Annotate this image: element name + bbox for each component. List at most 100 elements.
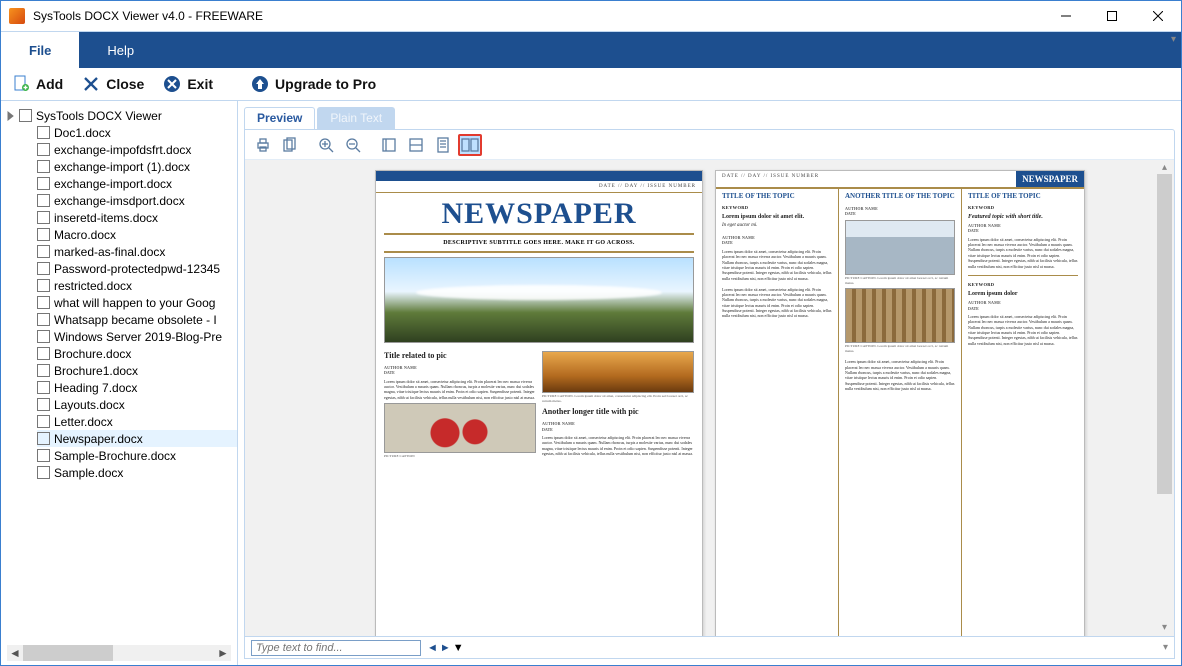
tree-item[interactable]: Password-protectedpwd-12345	[37, 260, 237, 277]
checkbox[interactable]	[37, 143, 50, 156]
tab-preview[interactable]: Preview	[244, 107, 315, 129]
hero-image	[384, 257, 694, 343]
preview-viewer[interactable]: DATE // DAY // ISSUE NUMBER NEWSPAPER DE…	[245, 160, 1174, 636]
menu-help[interactable]: Help	[79, 32, 162, 68]
checkbox[interactable]	[37, 228, 50, 241]
checkbox[interactable]	[37, 415, 50, 428]
tree-item[interactable]: Windows Server 2019-Blog-Pre	[37, 328, 237, 345]
subtitle: DESCRIPTIVE SUBTITLE GOES HERE. MAKE IT …	[384, 236, 694, 250]
checkbox[interactable]	[37, 160, 50, 173]
scroll-left-icon[interactable]: ◄	[7, 645, 23, 661]
tree-item[interactable]: exchange-impofdsfrt.docx	[37, 141, 237, 158]
doc-page-1: DATE // DAY // ISSUE NUMBER NEWSPAPER DE…	[375, 170, 703, 636]
close-button[interactable]	[1135, 1, 1181, 31]
checkbox[interactable]	[37, 126, 50, 139]
scroll-thumb[interactable]	[23, 645, 113, 661]
checkbox[interactable]	[37, 262, 50, 275]
p2c2-body: Lorem ipsum dolor sit amet, consectetur …	[845, 359, 954, 391]
tree-item[interactable]: Letter.docx	[37, 413, 237, 430]
col1-author: AUTHOR NAME	[384, 365, 417, 370]
maximize-button[interactable]	[1089, 1, 1135, 31]
copy-button[interactable]	[278, 134, 302, 156]
checkbox[interactable]	[37, 194, 50, 207]
tree-item[interactable]: exchange-import.docx	[37, 175, 237, 192]
checkbox[interactable]	[37, 313, 50, 326]
tree-item[interactable]: marked-as-final.docx	[37, 243, 237, 260]
tree-item[interactable]: Newspaper.docx	[37, 430, 237, 447]
tab-plain-text[interactable]: Plain Text	[317, 107, 395, 129]
close-file-button[interactable]: Close	[81, 74, 144, 94]
tree-item[interactable]: Whatsapp became obsolete - I	[37, 311, 237, 328]
tree-item-label: Heading 7.docx	[54, 381, 137, 395]
zoom-in-button[interactable]	[314, 134, 338, 156]
fit-width-button[interactable]	[404, 134, 428, 156]
menu-file[interactable]: File	[1, 32, 79, 68]
toolbar-divider	[231, 73, 232, 95]
find-prev-button[interactable]: ◄	[427, 642, 438, 654]
scroll-right-icon[interactable]: ►	[215, 645, 231, 661]
scroll-down-icon[interactable]: ▾	[1162, 622, 1167, 634]
checkbox[interactable]	[37, 398, 50, 411]
upgrade-button[interactable]: Upgrade to Pro	[250, 74, 376, 94]
tree-item[interactable]: Brochure1.docx	[37, 362, 237, 379]
zoom-out-button[interactable]	[341, 134, 365, 156]
viewer-vscrollbar[interactable]: ▴ ▾	[1157, 162, 1172, 634]
p2c2-image2	[845, 288, 955, 343]
checkbox[interactable]	[37, 177, 50, 190]
tree-item[interactable]: Heading 7.docx	[37, 379, 237, 396]
p2-dateline: DATE // DAY // ISSUE NUMBER	[716, 171, 1016, 187]
tree-item[interactable]: Doc1.docx	[37, 124, 237, 141]
vscroll-thumb[interactable]	[1157, 174, 1172, 494]
checkbox[interactable]	[37, 279, 50, 292]
tree-item[interactable]: Macro.docx	[37, 226, 237, 243]
find-menu-icon[interactable]: ▾	[1163, 642, 1168, 653]
checkbox[interactable]	[37, 364, 50, 377]
find-next-button[interactable]: ►	[440, 642, 451, 654]
fit-page-button[interactable]	[431, 134, 455, 156]
add-button[interactable]: Add	[11, 74, 63, 94]
checkbox[interactable]	[37, 330, 50, 343]
checkbox[interactable]	[37, 381, 50, 394]
tree-item[interactable]: Layouts.docx	[37, 396, 237, 413]
document-area: DATE // DAY // ISSUE NUMBER NEWSPAPER DE…	[244, 129, 1175, 659]
checkbox[interactable]	[37, 466, 50, 479]
p2c3-date2: DATE	[968, 306, 1078, 311]
tree-item[interactable]: restricted.docx	[37, 277, 237, 294]
p2c1-kw: KEYWORD	[722, 205, 832, 211]
find-input[interactable]	[251, 640, 421, 656]
checkbox[interactable]	[37, 245, 50, 258]
sidebar-hscrollbar[interactable]: ◄ ►	[7, 645, 231, 661]
tree-item[interactable]: exchange-import (1).docx	[37, 158, 237, 175]
minimize-button[interactable]	[1043, 1, 1089, 31]
tree-item-label: Sample-Brochure.docx	[54, 449, 176, 463]
find-options-button[interactable]: ▼	[453, 642, 464, 654]
two-page-button[interactable]	[458, 134, 482, 156]
doc-page-2: DATE // DAY // ISSUE NUMBER NEWSPAPER TI…	[715, 170, 1085, 636]
p2c3-lead2: Lorem ipsum dolor	[968, 290, 1078, 298]
checkbox[interactable]	[37, 449, 50, 462]
tree-item[interactable]: inseretd-items.docx	[37, 209, 237, 226]
tree-item-label: Macro.docx	[54, 228, 116, 242]
tree-item[interactable]: exchange-imsdport.docx	[37, 192, 237, 209]
tree-item-label: Newspaper.docx	[54, 432, 143, 446]
tree-item-label: exchange-impofdsfrt.docx	[54, 143, 191, 157]
p2c1-sub: In eget auctor mi.	[722, 223, 832, 230]
actual-size-button[interactable]	[377, 134, 401, 156]
tree-item-label: exchange-imsdport.docx	[54, 194, 185, 208]
p2c1-body: Lorem ipsum dolor sit amet, consectetur …	[722, 249, 831, 281]
tree-item[interactable]: Sample.docx	[37, 464, 237, 481]
scroll-up-icon[interactable]: ▴	[1162, 162, 1167, 174]
tree-item[interactable]: Brochure.docx	[37, 345, 237, 362]
tree-item[interactable]: Sample-Brochure.docx	[37, 447, 237, 464]
checkbox[interactable]	[37, 347, 50, 360]
upgrade-label: Upgrade to Pro	[275, 76, 376, 92]
tree-item[interactable]: what will happen to your Goog	[37, 294, 237, 311]
checkbox[interactable]	[37, 296, 50, 309]
tree-root-item[interactable]: SysTools DOCX Viewer	[7, 107, 237, 124]
collapse-icon[interactable]	[7, 111, 17, 121]
exit-button[interactable]: Exit	[162, 74, 213, 94]
checkbox[interactable]	[37, 211, 50, 224]
checkbox[interactable]	[19, 109, 32, 122]
print-button[interactable]	[251, 134, 275, 156]
checkbox[interactable]	[37, 432, 50, 445]
